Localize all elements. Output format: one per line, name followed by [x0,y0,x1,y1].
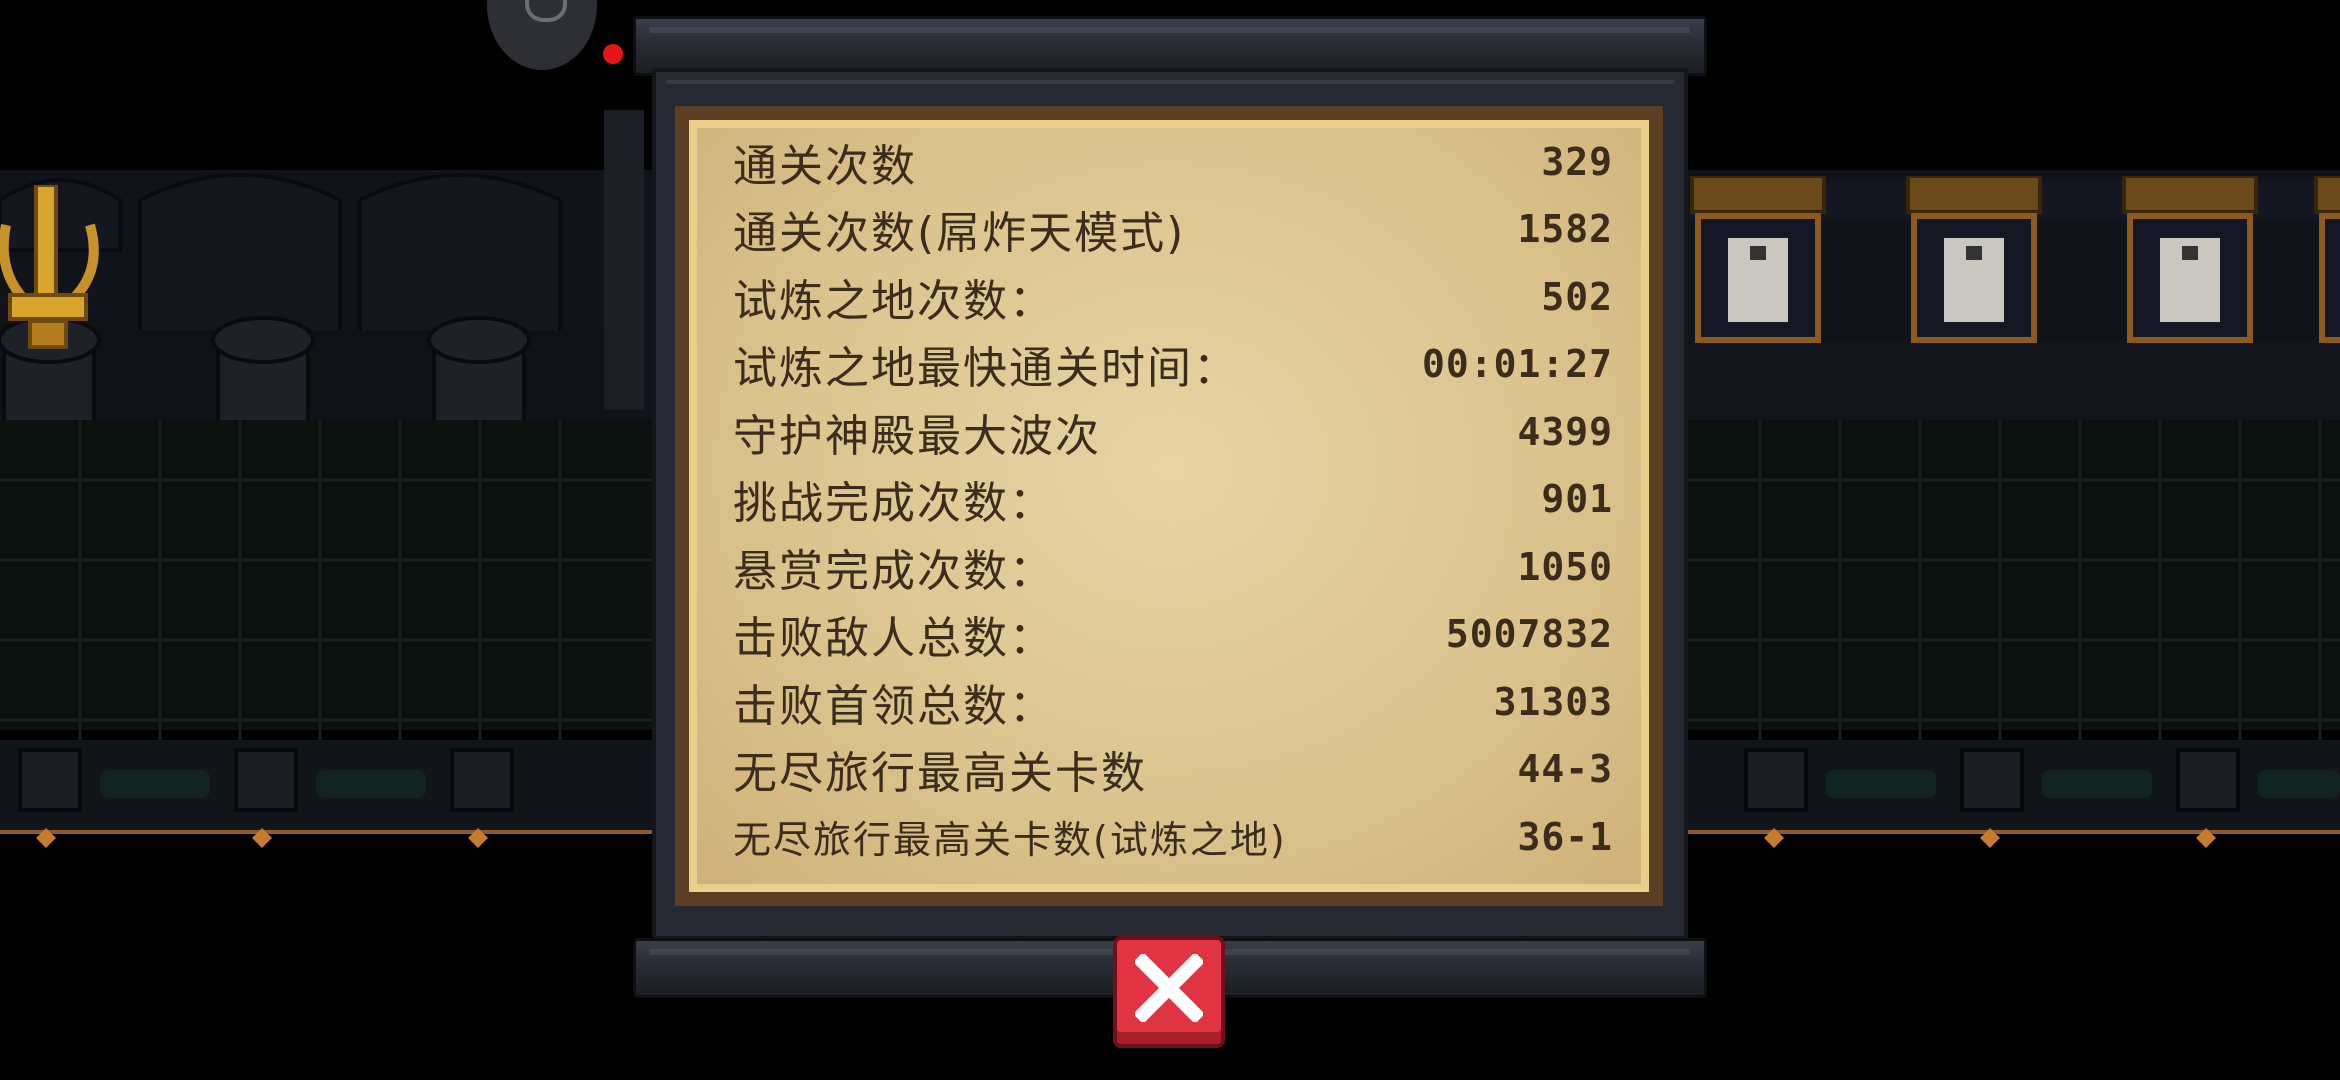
stat-label: 击败首领总数： [733,680,1055,732]
close-icon [1135,954,1203,1022]
stat-label: 试炼之地最快通关时间： [733,343,1239,395]
stat-value: 1050 [1517,544,1613,589]
stats-list: 通关次数 329 通关次数(屌炸天模式) 1582 试炼之地次数： 502 试炼… [733,128,1613,871]
stat-value: 44-3 [1517,747,1613,792]
scroll-top-rod [633,16,1707,76]
stat-label: 通关次数 [733,140,917,192]
stat-value: 36-1 [1517,814,1613,859]
stat-row: 通关次数 329 [733,128,1613,196]
stat-row: 守护神殿最大波次 4399 [733,398,1613,466]
stat-row: 击败敌人总数： 5007832 [733,601,1613,669]
stat-row: 通关次数(屌炸天模式) 1582 [733,196,1613,264]
stat-value: 1582 [1517,207,1613,252]
stat-label: 无尽旅行最高关卡数(试炼之地) [733,818,1287,863]
stat-row: 试炼之地次数： 502 [733,263,1613,331]
stat-value: 329 [1541,139,1613,184]
stat-row: 挑战完成次数： 901 [733,466,1613,534]
stat-label: 挑战完成次数： [733,478,1055,530]
stat-value: 5007832 [1445,612,1613,657]
helmet-icon [525,0,567,22]
stat-row: 无尽旅行最高关卡数 44-3 [733,736,1613,804]
stat-row: 悬赏完成次数： 1050 [733,533,1613,601]
stat-row: 试炼之地最快通关时间： 00:01:27 [733,331,1613,399]
stat-label: 无尽旅行最高关卡数 [733,748,1147,800]
sword-trophy-icon [0,185,99,349]
stat-label: 通关次数(屌炸天模式) [733,208,1186,260]
stat-value: 4399 [1517,409,1613,454]
close-button[interactable] [1113,936,1225,1048]
stat-value: 00:01:27 [1421,342,1613,387]
wall-frames [1690,176,2340,343]
stat-label: 击败敌人总数： [733,613,1055,665]
stat-value: 502 [1541,274,1613,319]
notification-dot [603,44,623,64]
stat-row: 无尽旅行最高关卡数(试炼之地) 36-1 [733,803,1613,871]
stat-label: 悬赏完成次数： [733,545,1055,597]
stat-label: 试炼之地次数： [733,275,1055,327]
stat-value: 901 [1541,477,1613,522]
stat-row: 击败首领总数： 31303 [733,668,1613,736]
stat-label: 守护神殿最大波次 [733,410,1101,462]
stat-value: 31303 [1493,679,1613,724]
